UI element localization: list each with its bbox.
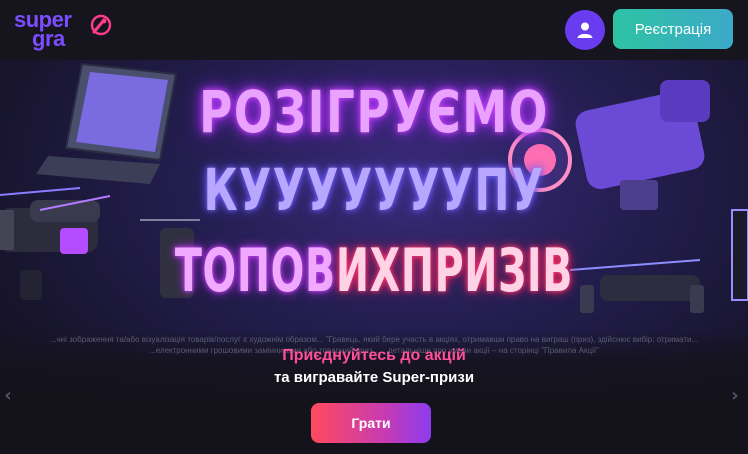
logo[interactable]: super gra	[14, 6, 118, 54]
play-button[interactable]: Грати	[311, 403, 431, 443]
headline-line-3: ТОПОВИХПРИЗІВ	[127, 236, 621, 306]
headline-part-2: ИХ	[335, 236, 401, 306]
chevron-right-icon[interactable]: ›	[729, 385, 741, 409]
headline-part-3: ПРИЗІВ	[400, 236, 574, 306]
header: super gra Реєстрація	[0, 0, 748, 60]
promo-banner[interactable]: РОЗІГРУЄМО КУУУУУУУПУ ТОПОВИХПРИЗІВ ...ч…	[0, 60, 748, 454]
logo-text-gra: gra	[32, 26, 65, 51]
user-account-button[interactable]	[565, 10, 605, 50]
chevron-left-icon[interactable]: ‹	[2, 385, 14, 409]
headline-part-1: ТОПОВ	[174, 236, 336, 306]
register-button[interactable]: Реєстрація	[613, 9, 733, 49]
disclaimer-line-1: ...чні зображення та/або візуалізація то…	[49, 335, 699, 344]
headline-line-2: КУУУУУУУПУ	[203, 156, 545, 224]
rocket-icon	[90, 14, 112, 36]
headline-line-1: РОЗІГРУЄМО	[199, 78, 549, 146]
user-icon	[577, 22, 593, 38]
promo-subtitle: та вигравайте Super-призи	[273, 369, 475, 386]
promo-title: Приєднуйтесь до акцій	[282, 347, 466, 364]
